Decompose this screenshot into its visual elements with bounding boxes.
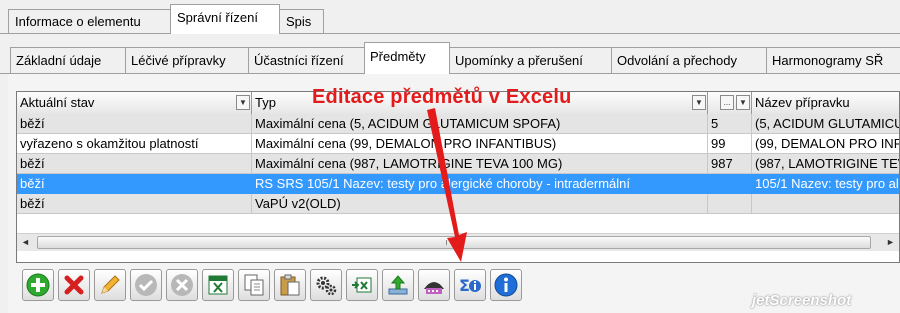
annotation-arrow-icon [427,108,467,262]
tab-spravni-rizeni[interactable]: Správní řízení [170,4,280,34]
tab-predmety[interactable]: Předměty [364,42,450,74]
watermark-logo: jetScreenshot [752,292,852,309]
